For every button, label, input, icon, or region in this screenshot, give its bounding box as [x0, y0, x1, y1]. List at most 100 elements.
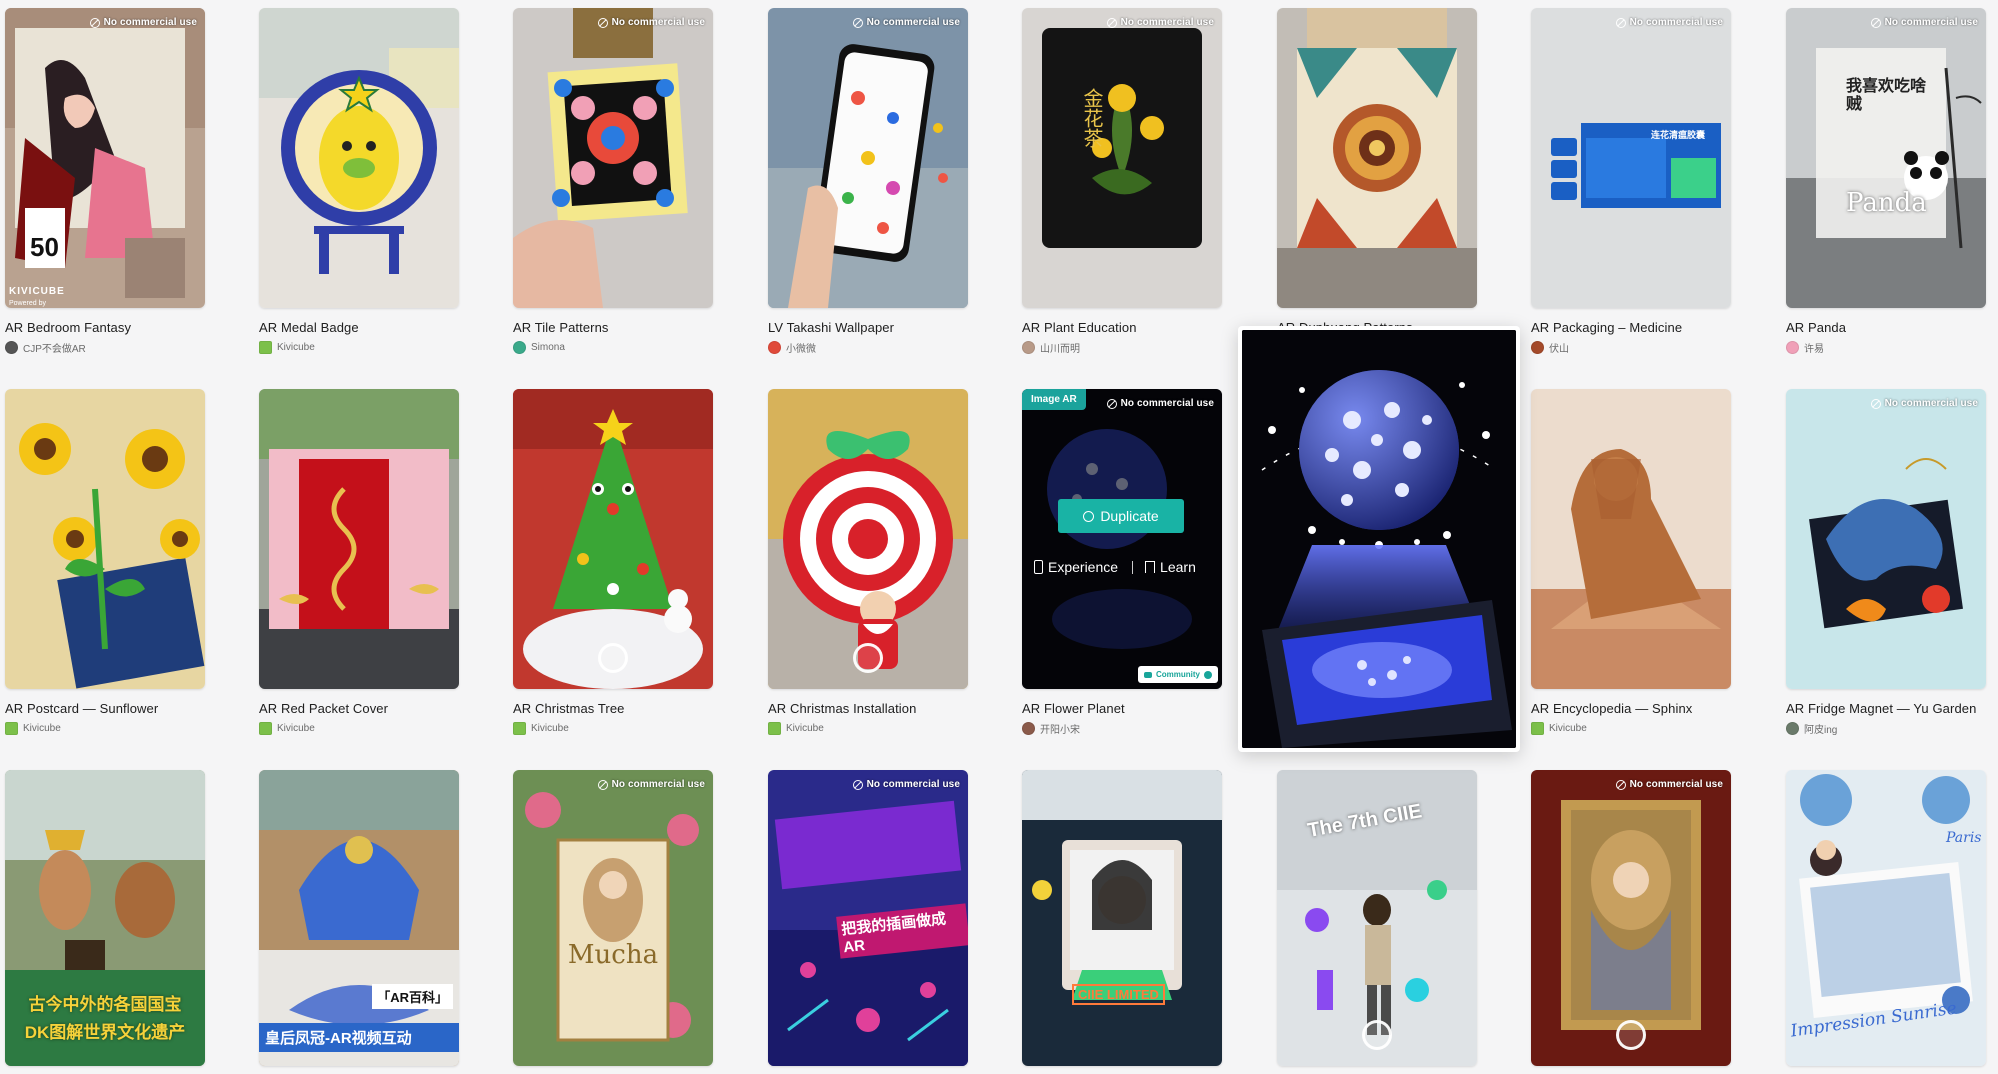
project-card[interactable]: AR Medal Badge Kivicube	[259, 8, 459, 354]
hover-preview-card[interactable]	[1238, 326, 1520, 752]
video-play-indicator	[1362, 1020, 1392, 1050]
project-card[interactable]: 连花清瘟胶囊 No commercial use AR Packaging – …	[1531, 8, 1731, 355]
project-title[interactable]: LV Takashi Wallpaper	[768, 320, 968, 335]
project-card[interactable]: The 7th CIIE	[1277, 770, 1477, 1066]
project-thumbnail[interactable]	[5, 389, 205, 689]
queen-crown-caption: 皇后凤冠-AR视频互动	[259, 1023, 459, 1052]
project-thumbnail[interactable]: No commercial use	[513, 8, 713, 308]
project-title[interactable]: AR Bedroom Fantasy	[5, 320, 205, 335]
project-thumbnail[interactable]	[259, 389, 459, 689]
no-commercial-badge: No commercial use	[597, 17, 705, 28]
project-card[interactable]: Image AR No commercial use Duplicate Exp…	[1022, 389, 1222, 736]
project-title[interactable]: AR Christmas Tree	[513, 701, 713, 716]
project-author[interactable]: Kivicube	[1531, 721, 1731, 735]
author-avatar	[513, 340, 526, 354]
project-thumbnail[interactable]: 金花茶 No commercial use	[1022, 8, 1222, 308]
project-thumbnail[interactable]: No commercial use	[1786, 389, 1986, 689]
project-author[interactable]: 开阳小宋	[1022, 721, 1222, 736]
project-author[interactable]: 小微微	[768, 340, 968, 355]
project-title[interactable]: AR Red Packet Cover	[259, 701, 459, 716]
duplicate-icon	[1083, 510, 1095, 522]
project-title[interactable]: AR Flower Planet	[1022, 701, 1222, 716]
project-title[interactable]: AR Fridge Magnet — Yu Garden	[1786, 701, 1986, 716]
project-thumbnail[interactable]: No commercial use	[1531, 770, 1731, 1066]
project-card[interactable]: AR Christmas Tree Kivicube	[513, 389, 713, 735]
project-card[interactable]: 50 KIVICUBE Powered by No commercial use…	[5, 8, 205, 355]
project-card[interactable]: CIIE LIMITED	[1022, 770, 1222, 1066]
project-thumbnail[interactable]: 把我的插画做成AR No commercial use	[768, 770, 968, 1066]
project-card[interactable]: 古今中外的各国国宝 DK图解世界文化遗产	[5, 770, 205, 1066]
project-card[interactable]: Mucha No commercial use	[513, 770, 713, 1066]
fridge-magnet-image	[1786, 389, 1986, 689]
project-author[interactable]: 许易	[1786, 340, 1986, 355]
dk-heritage-line1: 古今中外的各国国宝	[28, 995, 182, 1014]
project-title[interactable]: AR Christmas Installation	[768, 701, 968, 716]
project-card[interactable]: 金花茶 No commercial use AR Plant Education…	[1022, 8, 1222, 355]
no-commercial-badge: No commercial use	[852, 779, 960, 790]
project-thumbnail[interactable]: 古今中外的各国国宝 DK图解世界文化遗产	[5, 770, 205, 1066]
project-thumbnail[interactable]	[259, 8, 459, 308]
project-card[interactable]: AR Dunhuang Patterns	[1277, 8, 1477, 335]
queen-crown-image	[259, 770, 459, 1066]
kivicube-brand-text: KIVICUBE	[9, 286, 65, 297]
project-author[interactable]: Kivicube	[259, 340, 459, 354]
community-icon	[1144, 671, 1152, 678]
project-card[interactable]: No commercial use LV Takashi Wallpaper 小…	[768, 8, 968, 355]
project-author[interactable]: 山川而明	[1022, 340, 1222, 355]
ar-baike-label: 「AR百科」	[372, 984, 453, 1009]
project-thumbnail[interactable]	[513, 389, 713, 689]
project-title[interactable]: AR Postcard — Sunflower	[5, 701, 205, 716]
project-card[interactable]: No commercial use AR Fridge Magnet — Yu …	[1786, 389, 1986, 736]
project-card[interactable]: AR Red Packet Cover Kivicube	[259, 389, 459, 735]
project-title[interactable]: AR Encyclopedia — Sphinx	[1531, 701, 1731, 716]
project-author[interactable]: Kivicube	[513, 721, 713, 735]
project-author[interactable]: Kivicube	[259, 721, 459, 735]
project-title[interactable]: AR Plant Education	[1022, 320, 1222, 335]
powered-by-text: Powered by	[9, 300, 46, 307]
project-card[interactable]: AR Christmas Installation Kivicube	[768, 389, 968, 735]
experience-link[interactable]: Experience	[1034, 559, 1118, 575]
project-card[interactable]: No commercial use	[1531, 770, 1731, 1066]
project-author[interactable]: 伏山	[1531, 340, 1731, 355]
arrow-right-icon	[1204, 670, 1212, 679]
video-play-indicator	[853, 643, 883, 673]
project-title[interactable]: AR Panda	[1786, 320, 1986, 335]
project-gallery-grid: 50 KIVICUBE Powered by No commercial use…	[0, 0, 1998, 1074]
author-avatar	[768, 340, 781, 354]
mucha-image	[513, 770, 713, 1066]
red-packet-image	[259, 389, 459, 689]
project-author[interactable]: Kivicube	[5, 721, 205, 735]
duplicate-button[interactable]: Duplicate	[1058, 499, 1184, 533]
project-thumbnail[interactable]: 连花清瘟胶囊 No commercial use	[1531, 8, 1731, 308]
project-card[interactable]: AR Encyclopedia — Sphinx Kivicube	[1531, 389, 1731, 735]
project-card[interactable]: Paris Impression Sunrise	[1786, 770, 1986, 1066]
project-thumbnail[interactable]	[768, 389, 968, 689]
project-card[interactable]: AR Postcard — Sunflower Kivicube	[5, 389, 205, 735]
project-thumbnail[interactable]: Paris Impression Sunrise	[1786, 770, 1986, 1066]
project-card[interactable]: 把我的插画做成AR No commercial use	[768, 770, 968, 1066]
project-thumbnail[interactable]: The 7th CIIE	[1277, 770, 1477, 1066]
learn-link[interactable]: Learn	[1145, 559, 1196, 575]
project-thumbnail[interactable]: CIIE LIMITED	[1022, 770, 1222, 1066]
project-card[interactable]: 我喜欢吃啥贼 Panda No commercial use AR Panda …	[1786, 8, 1986, 355]
project-thumbnail[interactable]	[1531, 389, 1731, 689]
project-author[interactable]: Simona	[513, 340, 713, 354]
community-badge[interactable]: Community	[1138, 666, 1218, 683]
project-author[interactable]: CJP不会做AR	[5, 340, 205, 355]
project-thumbnail[interactable]: 我喜欢吃啥贼 Panda No commercial use	[1786, 8, 1986, 308]
project-thumbnail[interactable]: Mucha No commercial use	[513, 770, 713, 1066]
project-thumbnail[interactable]: 「AR百科」 皇后凤冠-AR视频互动	[259, 770, 459, 1066]
project-card[interactable]: 「AR百科」 皇后凤冠-AR视频互动	[259, 770, 459, 1066]
project-thumbnail[interactable]: 50 KIVICUBE Powered by No commercial use	[5, 8, 205, 308]
project-thumbnail[interactable]: Image AR No commercial use Duplicate Exp…	[1022, 389, 1222, 689]
project-title[interactable]: AR Packaging – Medicine	[1531, 320, 1731, 335]
panda-caption-text: 我喜欢吃啥贼	[1846, 78, 1927, 113]
project-author[interactable]: Kivicube	[768, 721, 968, 735]
project-thumbnail[interactable]	[1277, 8, 1477, 308]
project-title[interactable]: AR Medal Badge	[259, 320, 459, 335]
mucha-title-text: Mucha	[567, 940, 659, 970]
project-card[interactable]: No commercial use AR Tile Patterns Simon…	[513, 8, 713, 354]
project-author[interactable]: 阿皮ing	[1786, 721, 1986, 736]
project-title[interactable]: AR Tile Patterns	[513, 320, 713, 335]
project-thumbnail[interactable]: No commercial use	[768, 8, 968, 308]
